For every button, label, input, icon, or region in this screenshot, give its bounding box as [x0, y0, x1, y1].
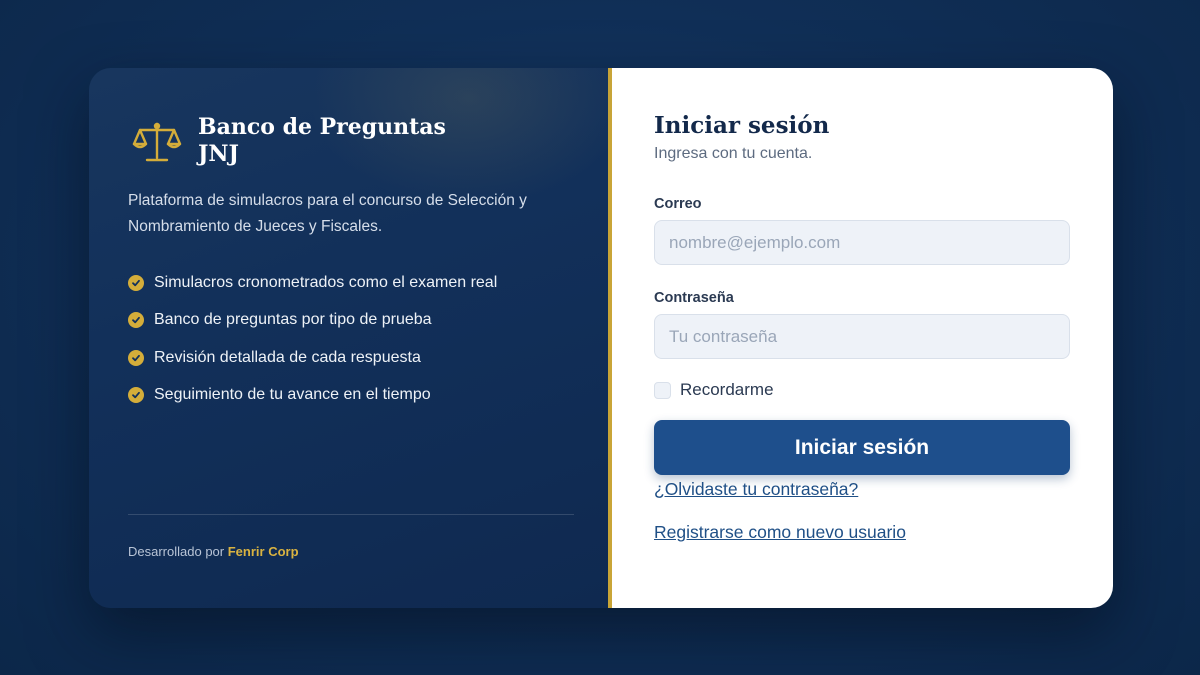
feature-item: Simulacros cronometrados como el examen …	[128, 264, 497, 302]
brand-title: Banco de Preguntas JNJ	[198, 114, 446, 168]
check-circle-icon	[128, 274, 144, 291]
check-circle-icon	[128, 387, 144, 404]
check-circle-icon	[128, 312, 144, 329]
check-circle-icon	[128, 349, 144, 366]
footer-company: Fenrir Corp	[227, 544, 299, 559]
info-panel: Banco de Preguntas JNJ Plataforma de sim…	[89, 68, 629, 608]
email-label: Correo	[654, 196, 702, 212]
login-subtitle: Ingresa con tu cuenta.	[654, 145, 813, 162]
email-field[interactable]	[654, 220, 1070, 265]
register-link[interactable]: Registrarse como nuevo usuario	[654, 522, 906, 543]
login-button[interactable]: Iniciar sesión	[654, 420, 1070, 475]
feature-text: Banco de preguntas por tipo de prueba	[154, 311, 432, 329]
brand-title-line2: JNJ	[198, 141, 239, 167]
login-card: Banco de Preguntas JNJ Plataforma de sim…	[89, 68, 1113, 608]
password-label: Contraseña	[654, 290, 734, 306]
feature-list: Simulacros cronometrados como el examen …	[128, 264, 497, 414]
password-field[interactable]	[654, 314, 1070, 359]
feature-text: Seguimiento de tu avance en el tiempo	[154, 386, 431, 404]
footer-divider	[128, 514, 574, 515]
forgot-password-link[interactable]: ¿Olvidaste tu contraseña?	[654, 479, 858, 500]
remember-label: Recordarme	[680, 380, 774, 399]
feature-item: Banco de preguntas por tipo de prueba	[128, 302, 497, 340]
feature-item: Revisión detallada de cada respuesta	[128, 339, 497, 377]
login-title: Iniciar sesión	[654, 112, 830, 139]
balance-scale-icon	[132, 122, 182, 162]
footer-prefix: Desarrollado por	[128, 544, 225, 559]
login-panel: Iniciar sesión Ingresa con tu cuenta. Co…	[612, 68, 1113, 608]
brand: Banco de Preguntas JNJ	[132, 114, 446, 168]
brand-description: Plataforma de simulacros para el concurs…	[128, 192, 527, 235]
feature-text: Revisión detallada de cada respuesta	[154, 348, 421, 366]
feature-item: Seguimiento de tu avance en el tiempo	[128, 377, 497, 415]
remember-checkbox[interactable]	[654, 381, 671, 399]
brand-title-line1: Banco de Preguntas	[198, 114, 446, 140]
feature-text: Simulacros cronometrados como el examen …	[154, 273, 498, 291]
footer-credit: Desarrollado por Fenrir Corp	[128, 544, 299, 559]
remember-me[interactable]: Recordarme	[654, 380, 774, 400]
